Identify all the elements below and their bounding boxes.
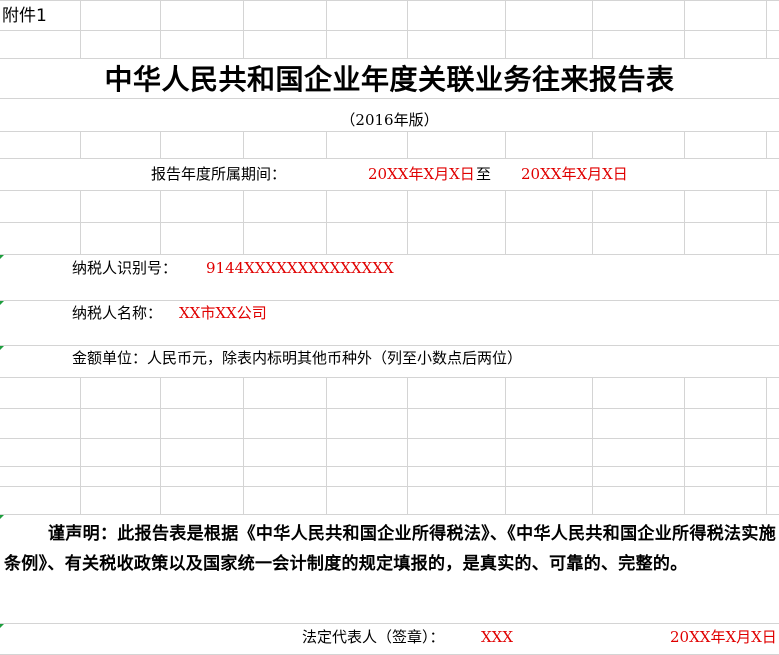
cell-indicator-icon xyxy=(0,255,4,259)
attachment-label: 附件1 xyxy=(2,6,47,26)
cell-indicator-icon xyxy=(0,346,4,350)
cell-indicator-icon xyxy=(0,624,4,628)
report-period-label: 报告年度所属期间： xyxy=(151,165,287,183)
taxpayer-name-label: 纳税人名称： xyxy=(72,304,163,322)
declaration-paragraph: 谨声明：此报告表是根据《中华人民共和国企业所得税法》、《中华人民共和国企业所得税… xyxy=(4,524,776,574)
report-period-start[interactable]: 20XX年X月X日 xyxy=(368,167,475,182)
report-period-separator: 至 xyxy=(476,165,492,183)
report-title: 中华人民共和国企业年度关联业务往来报告表 xyxy=(104,63,675,96)
legal-representative-value[interactable]: XXX xyxy=(481,630,513,645)
report-edition: （2016年版） xyxy=(340,111,439,129)
currency-unit-note: 金额单位：人民币元，除表内标明其他币种外（列至小数点后两位） xyxy=(72,349,523,367)
signature-date[interactable]: 20XX年X月X日 xyxy=(670,630,777,645)
cell-indicator-icon xyxy=(0,301,4,305)
report-period-end[interactable]: 20XX年X月X日 xyxy=(521,167,628,182)
taxpayer-name-value[interactable]: XX市XX公司 xyxy=(179,306,267,321)
taxpayer-id-label: 纳税人识别号： xyxy=(72,259,178,277)
taxpayer-id-value[interactable]: 9144XXXXXXXXXXXXXX xyxy=(206,261,394,276)
legal-representative-label: 法定代表人（签章）： xyxy=(302,628,445,646)
